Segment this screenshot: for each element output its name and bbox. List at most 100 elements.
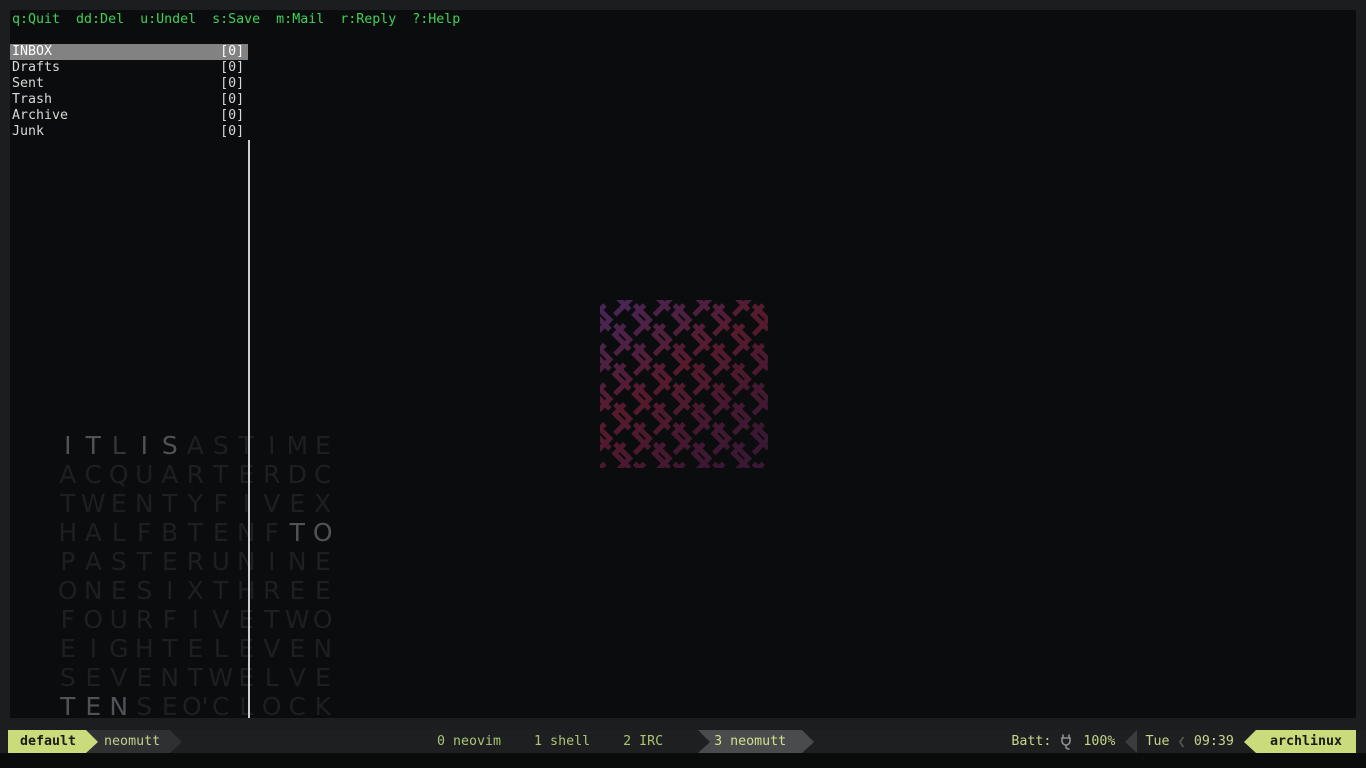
- word-clock-letter: U: [208, 547, 234, 576]
- word-clock-letter: E: [234, 460, 260, 489]
- tmux-window-neomutt-active[interactable]: 3 neomutt: [698, 730, 814, 753]
- word-clock-letter: T: [208, 576, 234, 605]
- sidebar-item-inbox[interactable]: INBOX [0]: [10, 44, 248, 60]
- word-clock-letter: T: [208, 460, 234, 489]
- word-clock-letter: C: [285, 692, 311, 718]
- tmux-pane-title-segment: neomutt: [98, 730, 170, 753]
- word-clock-letter: N: [234, 547, 260, 576]
- tmux-session-segment[interactable]: default: [8, 730, 86, 753]
- word-clock-letter: E: [106, 489, 132, 518]
- word-clock-letter: T: [259, 605, 285, 634]
- tmux-window-irc[interactable]: 2 IRC: [623, 734, 663, 749]
- word-clock-row: HALFBTENFTO: [55, 518, 336, 547]
- word-clock-letter: R: [132, 605, 158, 634]
- powerline-arrow-icon: [1244, 730, 1256, 753]
- word-clock-letter: G: [106, 634, 132, 663]
- word-clock-letter: B: [157, 518, 183, 547]
- word-clock-row: SEVENTWELVE: [55, 663, 336, 692]
- tmux-left-section: default neomutt: [8, 730, 182, 753]
- word-clock-letter: L: [106, 431, 132, 460]
- word-clock-letter: V: [208, 605, 234, 634]
- battery-label: Batt:: [1011, 734, 1051, 749]
- word-clock-letter: R: [259, 576, 285, 605]
- word-clock-letter: H: [55, 518, 81, 547]
- word-clock-letter: S: [55, 663, 81, 692]
- word-clock-letter: N: [81, 576, 107, 605]
- word-clock-row: PASTERUNINE: [55, 547, 336, 576]
- word-clock-letter: E: [81, 663, 107, 692]
- sidebar-item-trash[interactable]: Trash [0]: [10, 92, 248, 108]
- word-clock-letter: N: [106, 692, 132, 718]
- word-clock-letter: T: [234, 431, 260, 460]
- word-clock-letter: E: [234, 663, 260, 692]
- word-clock-letter: E: [234, 634, 260, 663]
- word-clock-letter: E: [310, 576, 336, 605]
- word-clock-letter: E: [208, 518, 234, 547]
- word-clock-letter: R: [259, 460, 285, 489]
- word-clock-letter: K: [310, 692, 336, 718]
- word-clock-letter: A: [183, 431, 209, 460]
- word-clock-letter: E: [234, 605, 260, 634]
- sidebar-item-junk[interactable]: Junk [0]: [10, 124, 248, 140]
- word-clock-letter: F: [157, 605, 183, 634]
- word-clock-letter: F: [208, 489, 234, 518]
- battery-percent: 100%: [1083, 734, 1115, 749]
- word-clock-letter: F: [259, 518, 285, 547]
- tmux-window-neovim[interactable]: 0 neovim: [437, 734, 501, 749]
- sidebar-item-drafts[interactable]: Drafts [0]: [10, 60, 248, 76]
- word-clock-letter: S: [106, 547, 132, 576]
- word-clock-letter: S: [132, 576, 158, 605]
- tmux-session-name: default: [20, 734, 76, 749]
- sidebar-divider: [248, 140, 250, 718]
- word-clock-letter: T: [132, 547, 158, 576]
- word-clock-letter: V: [259, 634, 285, 663]
- word-clock-letter: S: [132, 692, 158, 718]
- word-clock-letter: X: [310, 489, 336, 518]
- word-clock-letter: O': [183, 692, 209, 718]
- word-clock-letter: A: [81, 518, 107, 547]
- powerline-arrow-icon: [698, 730, 710, 753]
- word-clock-letter: I: [259, 547, 285, 576]
- word-clock-letter: I: [234, 489, 260, 518]
- sidebar-item-archive[interactable]: Archive [0]: [10, 108, 248, 124]
- powerline-arrow-icon: [170, 730, 182, 753]
- tmux-pane-title: neomutt: [104, 734, 160, 749]
- word-clock-letter: D: [285, 460, 311, 489]
- word-clock-letter: V: [106, 663, 132, 692]
- word-clock-letter: L: [106, 518, 132, 547]
- word-clock-letter: Y: [183, 489, 209, 518]
- word-clock-letter: L: [234, 692, 260, 718]
- word-clock-letter: X: [183, 576, 209, 605]
- word-clock-letter: N: [234, 518, 260, 547]
- word-clock-letter: E: [157, 547, 183, 576]
- word-clock-letter: S: [208, 431, 234, 460]
- word-clock-row: ONESIXTHREE: [55, 576, 336, 605]
- word-clock-letter: T: [183, 518, 209, 547]
- word-clock-letter: O: [81, 605, 107, 634]
- tmux-window-shell[interactable]: 1 shell: [534, 734, 590, 749]
- word-clock-letter: E: [285, 489, 311, 518]
- sidebar-item-sent[interactable]: Sent [0]: [10, 76, 248, 92]
- word-clock-letter: A: [157, 460, 183, 489]
- powerline-arrow-icon: [802, 730, 814, 753]
- word-clock-wallpaper: ITLISASTIMEACQUARTERDCTWENTYFIVEXHALFBTE…: [55, 431, 336, 718]
- word-clock-letter: I: [132, 431, 158, 460]
- word-clock-letter: Q: [106, 460, 132, 489]
- word-clock-letter: E: [183, 634, 209, 663]
- mailbox-sidebar: INBOX [0]Drafts [0]Sent [0]Trash [0]Arch…: [10, 44, 248, 140]
- word-clock-letter: T: [285, 518, 311, 547]
- word-clock-letter: R: [183, 460, 209, 489]
- powerline-arrow-icon: [86, 730, 98, 753]
- screen-bottom-gap: [0, 753, 1366, 768]
- word-clock-row: TENSEO'CLOCK: [55, 692, 336, 718]
- word-clock-letter: E: [55, 634, 81, 663]
- word-clock-letter: T: [157, 489, 183, 518]
- word-clock-letter: I: [183, 605, 209, 634]
- word-clock-letter: T: [55, 692, 81, 718]
- plug-icon: [1059, 734, 1073, 750]
- word-clock-letter: O: [259, 692, 285, 718]
- tmux-status-bar: default neomutt 0 neovim 1 shell 2 IRC 3 ne…: [0, 730, 1366, 753]
- word-clock-row: ITLISASTIME: [55, 431, 336, 460]
- day-label: Tue: [1145, 734, 1169, 749]
- word-clock-letter: N: [157, 663, 183, 692]
